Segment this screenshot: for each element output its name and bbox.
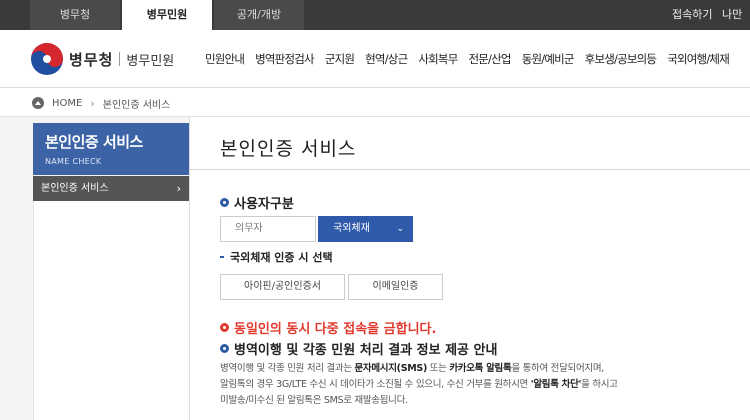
page-title: 본인인증 서비스 bbox=[220, 138, 357, 160]
bullet-icon bbox=[220, 198, 229, 207]
nav-item-expert[interactable]: 전문/산업 bbox=[468, 51, 511, 67]
auth-select-heading-text: 국외체재 인증 시 선택 bbox=[230, 251, 333, 264]
sidebar-header: 본인인증 서비스 NAME CHECK bbox=[33, 123, 189, 175]
dash-icon bbox=[220, 256, 224, 258]
nav-item-enlist[interactable]: 군지원 bbox=[325, 51, 355, 67]
breadcrumb-current[interactable]: 본인인증 서비스 bbox=[103, 96, 171, 111]
breadcrumb-home[interactable]: HOME bbox=[52, 98, 82, 109]
sidebar-empty-area bbox=[33, 201, 189, 420]
nav-item-overseas[interactable]: 국외여행/체재 bbox=[667, 51, 730, 67]
ipin-cert-button[interactable]: 아이핀/공인인증서 bbox=[220, 274, 345, 300]
home-icon[interactable] bbox=[32, 97, 44, 109]
warning-text: 동일인의 동시 다중 접속을 금합니다. bbox=[234, 322, 437, 337]
chevron-down-icon: ⌄ bbox=[396, 224, 404, 234]
logo-divider bbox=[119, 52, 121, 66]
bullet-icon bbox=[220, 344, 229, 353]
breadcrumb: HOME › 본인인증 서비스 bbox=[32, 89, 170, 117]
notice-paragraph: 병역이행 및 각종 민원 처리 결과는 문자메시지(SMS) 또는 카카오톡 알… bbox=[220, 361, 745, 409]
sidebar: 본인인증 서비스 NAME CHECK 본인인증 서비스 › bbox=[0, 117, 190, 420]
top-bar: 병무청 병무민원 공개/개방 접속하기 나만 bbox=[0, 0, 750, 30]
nav-item-exam[interactable]: 병역판정검사 bbox=[255, 51, 314, 67]
chevron-right-icon: › bbox=[176, 182, 181, 195]
notice-line-3: 미발송/미수신 된 알림톡은 SMS로 재발송됩니다. bbox=[220, 395, 408, 406]
nav-item-reserve[interactable]: 동원/예비군 bbox=[522, 51, 575, 67]
auth-select-heading: 국외체재 인증 시 선택 bbox=[220, 249, 333, 265]
tab-mma[interactable]: 병무청 bbox=[30, 0, 120, 30]
sidebar-title: 본인인증 서비스 bbox=[45, 133, 143, 151]
main-nav: 민원안내 병역판정검사 군지원 현역/상근 사회복무 전문/산업 동원/예비군 … bbox=[205, 51, 740, 67]
main-content: 본인인증 서비스 사용자구분 의무자 국외체재 ⌄ 국외체재 인증 시 선택 아… bbox=[190, 117, 750, 420]
logo-sub-text: 병무민원 bbox=[126, 53, 175, 69]
nav-item-candidate[interactable]: 후보생/공보의등 bbox=[585, 51, 657, 67]
my-menu-link[interactable]: 나만 bbox=[722, 0, 742, 30]
user-type-obligor-button[interactable]: 의무자 bbox=[220, 216, 316, 242]
user-type-overseas-button[interactable]: 국외체재 ⌄ bbox=[318, 216, 413, 242]
nav-item-active[interactable]: 현역/상근 bbox=[365, 51, 408, 67]
header: 병무청 병무민원 민원안내 병역판정검사 군지원 현역/상근 사회복무 전문/산… bbox=[0, 30, 750, 88]
user-type-heading-text: 사용자구분 bbox=[234, 197, 294, 212]
notice-line-2: 알림톡의 경우 3G/LTE 수신 시 데이타가 소진될 수 있으니, 수신 거… bbox=[220, 379, 618, 390]
notice-heading: 병역이행 및 각종 민원 처리 결과 정보 제공 안내 bbox=[220, 339, 497, 358]
bullet-icon bbox=[220, 323, 229, 332]
sidebar-item-auth[interactable]: 본인인증 서비스 › bbox=[33, 176, 189, 201]
sidebar-item-label: 본인인증 서비스 bbox=[41, 183, 109, 194]
nav-item-guide[interactable]: 민원안내 bbox=[205, 51, 245, 67]
tab-open[interactable]: 공개/개방 bbox=[214, 0, 304, 30]
notice-heading-text: 병역이행 및 각종 민원 처리 결과 정보 제공 안내 bbox=[234, 343, 498, 358]
nav-item-social[interactable]: 사회복무 bbox=[418, 51, 458, 67]
logo[interactable]: 병무청 병무민원 bbox=[30, 40, 174, 78]
title-divider bbox=[190, 169, 750, 170]
breadcrumb-bar: HOME › 본인인증 서비스 bbox=[0, 89, 750, 117]
login-link[interactable]: 접속하기 bbox=[672, 0, 712, 30]
logo-main-text: 병무청 bbox=[69, 50, 114, 69]
notice-line-1: 병역이행 및 각종 민원 처리 결과는 문자메시지(SMS) 또는 카카오톡 알… bbox=[220, 363, 604, 374]
user-type-overseas-label: 국외체재 bbox=[333, 223, 370, 234]
sidebar-subtitle: NAME CHECK bbox=[45, 157, 102, 166]
email-auth-button[interactable]: 이메일인증 bbox=[348, 274, 443, 300]
chevron-right-icon: › bbox=[90, 96, 95, 110]
tab-civil-service[interactable]: 병무민원 bbox=[122, 0, 212, 30]
user-type-heading: 사용자구분 bbox=[220, 193, 294, 212]
warning-message: 동일인의 동시 다중 접속을 금합니다. bbox=[220, 318, 436, 337]
emblem-icon bbox=[31, 43, 63, 75]
